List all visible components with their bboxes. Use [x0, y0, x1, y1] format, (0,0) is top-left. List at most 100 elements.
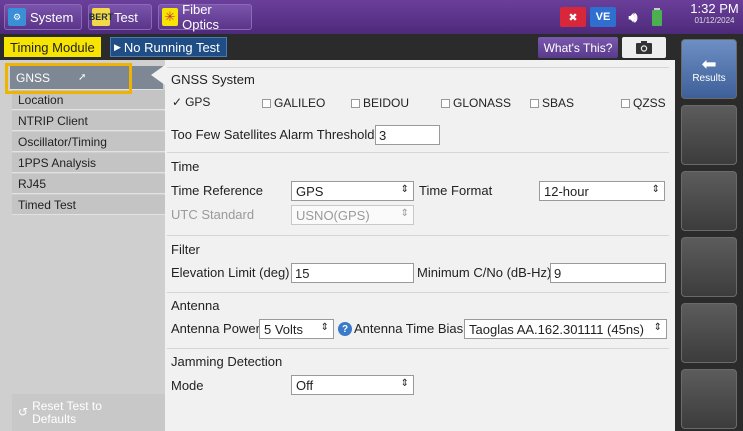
- soft-key-3[interactable]: [681, 171, 737, 231]
- nav-item-oscillator-timing[interactable]: Oscillator/Timing: [12, 132, 165, 152]
- select-arrows-icon: ⇕: [651, 184, 660, 195]
- filter-group: Filter Elevation Limit (deg) 15 Minimum …: [167, 235, 669, 287]
- battery-icon: [650, 7, 664, 27]
- results-label: Results: [692, 72, 726, 84]
- threshold-label: Too Few Satellites Alarm Threshold: [171, 127, 375, 142]
- checkbox-gps[interactable]: ✓ GPS: [172, 95, 210, 109]
- time-format-label: Time Format: [419, 183, 493, 198]
- jamming-mode-label: Mode: [171, 378, 204, 393]
- antenna-time-bias-label: Antenna Time Bias: [354, 321, 464, 336]
- checkbox-glonass[interactable]: GLONASS: [441, 96, 511, 110]
- nav-item-1pps-analysis[interactable]: 1PPS Analysis: [12, 153, 165, 173]
- time-group: Time Time Reference GPS ⇕ Time Format 12…: [167, 152, 669, 227]
- gear-icon: ⚙: [8, 8, 26, 26]
- checkbox-galileo[interactable]: GALILEO: [262, 96, 325, 110]
- selection-highlight: [5, 63, 132, 94]
- antenna-time-bias-value: Taoglas AA.162.301111 (45ns): [469, 321, 644, 337]
- checkbox-beidou[interactable]: BEIDOU: [351, 96, 409, 110]
- reset-icon: ↺: [18, 405, 29, 419]
- checkbox-box: [530, 98, 539, 108]
- checkbox-box: [621, 98, 630, 108]
- clock-date: 01/12/2024: [694, 16, 735, 25]
- nav-item-timed-test[interactable]: Timed Test: [12, 195, 165, 215]
- soft-key-5[interactable]: [681, 303, 737, 363]
- right-soft-keys: ⬅ Results: [675, 34, 743, 431]
- antenna-power-select[interactable]: 5 Volts ⇕: [259, 319, 334, 339]
- utc-standard-value: USNO(GPS): [296, 207, 370, 223]
- time-format-select[interactable]: 12-hour ⇕: [539, 181, 665, 201]
- alarm-icon[interactable]: ✖: [560, 7, 586, 27]
- jamming-mode-select[interactable]: Off ⇕: [291, 375, 414, 395]
- fiber-optics-label: Fiber Optics: [182, 2, 219, 32]
- camera-button[interactable]: [622, 37, 666, 58]
- test-button[interactable]: BERT Test: [88, 4, 152, 30]
- checkbox-box: [262, 98, 271, 108]
- fiber-icon: ✳: [162, 8, 179, 26]
- checkbox-label: GPS: [185, 95, 211, 109]
- checkmark-icon: ✓: [172, 95, 183, 109]
- reset-test-button[interactable]: ↺ Reset Test to Defaults: [12, 394, 165, 431]
- settings-nav: GNSS ➚ Location NTRIP Client Oscillator/…: [0, 60, 165, 431]
- time-title: Time: [171, 159, 200, 174]
- running-test-label: No Running Test: [123, 39, 220, 55]
- antenna-time-bias-select[interactable]: Taoglas AA.162.301111 (45ns) ⇕: [464, 319, 667, 339]
- jamming-detection-title: Jamming Detection: [171, 354, 283, 369]
- gnss-settings-panel: GNSS System ✓ GPS GALILEO BEIDOU GLONASS …: [165, 60, 675, 431]
- chevron-right-icon: ▶: [114, 41, 121, 52]
- min-cno-input[interactable]: 9: [550, 263, 666, 283]
- soft-key-6[interactable]: [681, 369, 737, 429]
- antenna-power-label: Antenna Power: [171, 321, 260, 336]
- select-arrows-icon: ⇕: [320, 322, 329, 333]
- jamming-detection-group: Jamming Detection Mode Off ⇕: [167, 348, 669, 398]
- antenna-title: Antenna: [171, 298, 220, 313]
- select-arrows-icon: ⇕: [653, 322, 662, 333]
- checkbox-label: QZSS: [633, 96, 666, 110]
- select-arrows-icon: ⇕: [400, 378, 409, 389]
- system-button[interactable]: ⚙ System: [4, 4, 82, 30]
- results-button[interactable]: ⬅ Results: [681, 39, 737, 99]
- clock: 1:32 PM 01/12/2024: [688, 1, 741, 27]
- bert-icon: BERT: [89, 8, 113, 26]
- soft-key-4[interactable]: [681, 237, 737, 297]
- tab-timing-module[interactable]: Timing Module: [4, 37, 101, 57]
- utc-standard-label: UTC Standard: [171, 207, 255, 222]
- checkbox-box: [351, 98, 360, 108]
- threshold-input[interactable]: 3: [375, 125, 440, 145]
- fiber-optics-button[interactable]: ✳ Fiber Optics: [158, 2, 252, 32]
- checkbox-label: BEIDOU: [363, 96, 410, 110]
- soft-key-2[interactable]: [681, 105, 737, 165]
- status-icons: ✖ VE 🔊︎: [560, 4, 664, 30]
- elevation-limit-input[interactable]: 15: [291, 263, 414, 283]
- clock-time: 1:32 PM: [690, 1, 739, 16]
- filter-title: Filter: [171, 242, 200, 257]
- nav-item-ntrip-client[interactable]: NTRIP Client: [12, 111, 165, 131]
- checkbox-label: GALILEO: [274, 96, 326, 110]
- running-test-tab[interactable]: ▶ No Running Test: [110, 37, 227, 57]
- whats-this-button[interactable]: What's This?: [538, 37, 618, 58]
- time-reference-label: Time Reference: [171, 183, 263, 198]
- speaker-icon[interactable]: 🔊︎: [620, 7, 646, 27]
- ve-icon[interactable]: VE: [590, 7, 616, 27]
- checkbox-label: SBAS: [542, 96, 575, 110]
- antenna-group: Antenna Antenna Power 5 Volts ⇕ ? Antenn…: [167, 292, 669, 342]
- checkbox-qzss[interactable]: QZSS: [621, 96, 666, 110]
- select-arrows-icon: ⇕: [400, 208, 409, 219]
- camera-icon: [636, 41, 652, 54]
- jamming-mode-value: Off: [296, 377, 314, 393]
- select-arrows-icon: ⇕: [400, 184, 409, 195]
- elevation-limit-label: Elevation Limit (deg): [171, 265, 290, 280]
- gnss-system-title: GNSS System: [171, 72, 255, 87]
- utc-standard-select: USNO(GPS) ⇕: [291, 205, 414, 225]
- reset-label: Reset Test to Defaults: [32, 398, 102, 426]
- top-bar: ⚙ System BERT Test ✳ Fiber Optics ✖ VE 🔊…: [0, 0, 743, 34]
- antenna-power-value: 5 Volts: [264, 321, 304, 337]
- checkbox-box: [441, 98, 450, 108]
- nav-pointer: [151, 65, 165, 85]
- time-reference-select[interactable]: GPS ⇕: [291, 181, 414, 201]
- checkbox-label: GLONASS: [453, 96, 512, 110]
- test-label: Test: [114, 9, 138, 25]
- nav-item-rj45[interactable]: RJ45: [12, 174, 165, 194]
- checkbox-sbas[interactable]: SBAS: [530, 96, 574, 110]
- gnss-system-group: GNSS System ✓ GPS GALILEO BEIDOU GLONASS …: [167, 67, 669, 147]
- help-icon[interactable]: ?: [338, 322, 352, 336]
